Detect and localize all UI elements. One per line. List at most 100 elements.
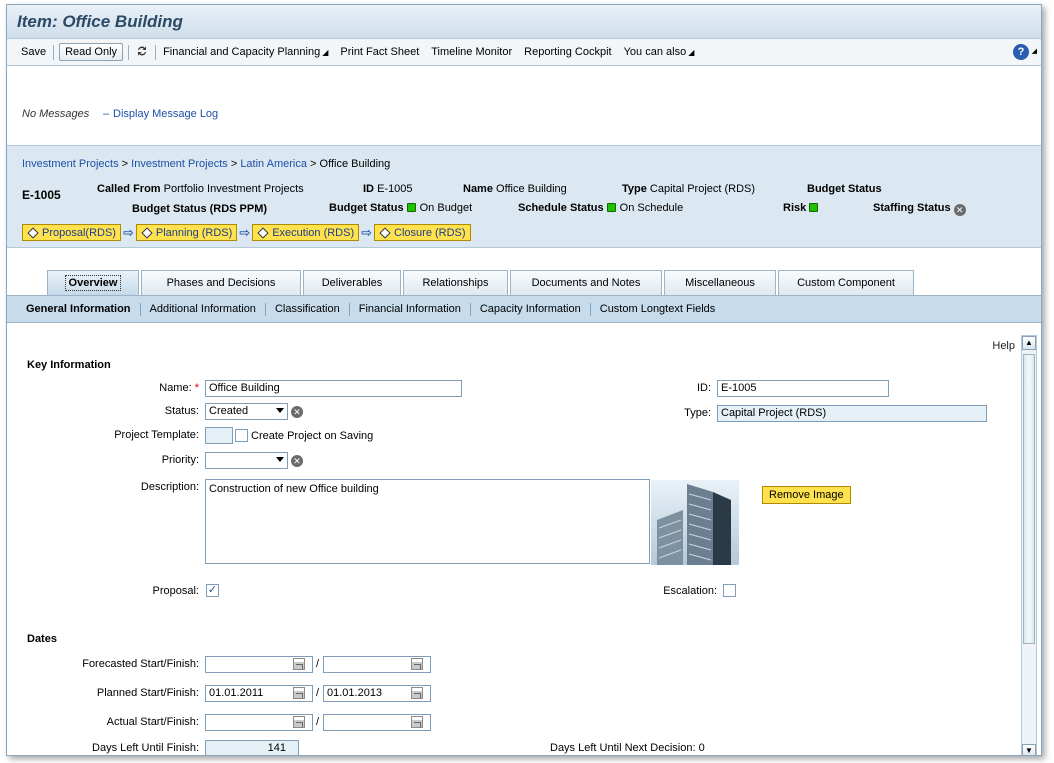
header-id-field: ID E-1005 <box>363 183 413 195</box>
clear-priority-icon[interactable]: ✕ <box>291 455 303 467</box>
subtab-capacity-information[interactable]: Capacity Information <box>471 303 590 315</box>
print-fact-sheet-button[interactable]: Print Fact Sheet <box>334 46 425 58</box>
remove-image-button[interactable]: Remove Image <box>762 486 851 504</box>
tab-documents-and-notes[interactable]: Documents and Notes <box>510 270 662 295</box>
subtab-additional-information[interactable]: Additional Information <box>141 303 265 315</box>
window-title: Item: Office Building <box>17 12 183 31</box>
days-next-decision-label: Days Left Until Next Decision: <box>550 742 696 754</box>
breadcrumb-link[interactable]: Investment Projects <box>131 158 228 170</box>
dropdown-arrow-icon <box>276 408 284 413</box>
budget-status-value: On Budget <box>419 202 473 214</box>
subtab-general-information[interactable]: General Information <box>17 303 140 315</box>
escalation-checkbox[interactable] <box>723 584 736 597</box>
tab-strip: Overview Phases and Decisions Deliverabl… <box>7 248 1041 295</box>
type-label: Type: <box>684 407 711 419</box>
breadcrumb-link[interactable]: Investment Projects <box>22 158 119 170</box>
breadcrumb-separator: > <box>121 158 129 170</box>
header-id-label: ID <box>363 183 374 195</box>
days-left-label: Days Left Until Finish: <box>92 742 199 754</box>
scroll-down-icon[interactable]: ▼ <box>1022 744 1036 755</box>
calendar-icon[interactable] <box>293 716 305 728</box>
not-available-icon: ✕ <box>953 204 966 216</box>
calendar-icon[interactable] <box>293 658 305 670</box>
phase-arrow-icon: ⇨ <box>361 224 373 240</box>
tab-deliverables[interactable]: Deliverables <box>303 270 401 295</box>
financial-capacity-planning-menu[interactable]: Financial and Capacity Planning ◢ <box>157 46 334 58</box>
description-textarea[interactable]: Construction of new Office building <box>205 479 650 564</box>
type-input: Capital Project (RDS) <box>717 405 987 422</box>
read-only-button[interactable]: Read Only <box>59 43 124 61</box>
risk-field: Risk <box>783 202 822 214</box>
header-name-value: Office Building <box>496 183 567 195</box>
timeline-monitor-button[interactable]: Timeline Monitor <box>425 46 518 58</box>
id-input[interactable]: E-1005 <box>717 380 889 397</box>
calendar-icon[interactable] <box>411 687 423 699</box>
tab-custom-component[interactable]: Custom Component <box>778 270 914 295</box>
project-template-input[interactable] <box>205 427 233 444</box>
toolbar: Save Read Only Financial and Capacity Pl… <box>7 39 1041 66</box>
clear-status-icon[interactable]: ✕ <box>291 406 303 418</box>
priority-label: Priority: <box>161 454 199 466</box>
date-separator: / <box>316 658 320 670</box>
calendar-icon[interactable] <box>411 658 423 670</box>
schedule-status-value: On Schedule <box>619 202 684 214</box>
tab-miscellaneous[interactable]: Miscellaneous <box>664 270 776 295</box>
phase-planning[interactable]: Planning (RDS) <box>135 224 238 241</box>
help-link[interactable]: Help <box>992 340 1015 352</box>
project-template-label: Project Template: <box>114 429 199 441</box>
proposal-checkbox[interactable]: ✓ <box>206 584 219 597</box>
subtab-financial-information[interactable]: Financial Information <box>350 303 470 315</box>
save-button[interactable]: Save <box>15 46 52 58</box>
status-label: Status: <box>164 405 199 417</box>
date-separator: / <box>316 716 320 728</box>
create-project-on-saving-checkbox[interactable] <box>235 429 248 442</box>
proposal-label: Proposal: <box>152 585 199 597</box>
header-type-value: Capital Project (RDS) <box>649 183 756 195</box>
priority-select[interactable] <box>205 452 288 469</box>
toolbar-separator <box>155 44 157 60</box>
vertical-scrollbar[interactable]: ▲ ▼ <box>1021 335 1037 755</box>
breadcrumb-separator: > <box>230 158 238 170</box>
key-information-title: Key Information <box>27 359 111 371</box>
staffing-status-field: Staffing Status ✕ <box>873 202 966 216</box>
help-icon[interactable]: ? <box>1013 44 1029 60</box>
schedule-status-field: Schedule Status On Schedule <box>518 202 683 214</box>
reporting-cockpit-button[interactable]: Reporting Cockpit <box>518 46 617 58</box>
called-from-label: Called From <box>97 183 161 195</box>
menu-arrow-icon: ◢ <box>322 48 329 57</box>
tab-overview[interactable]: Overview <box>47 270 139 295</box>
subtab-classification[interactable]: Classification <box>266 303 349 315</box>
tab-phases-and-decisions[interactable]: Phases and Decisions <box>141 270 301 295</box>
calendar-icon[interactable] <box>293 687 305 699</box>
scroll-up-icon[interactable]: ▲ <box>1022 336 1036 350</box>
calendar-icon[interactable] <box>411 716 423 728</box>
message-dash: – <box>103 108 110 120</box>
tab-relationships[interactable]: Relationships <box>403 270 508 295</box>
display-message-log-link[interactable]: Display Message Log <box>113 108 218 120</box>
refresh-icon[interactable] <box>130 45 154 60</box>
no-messages-text: No Messages <box>22 108 90 120</box>
escalation-label: Escalation: <box>663 585 717 597</box>
you-can-also-menu[interactable]: You can also ◢ <box>618 46 701 58</box>
actual-label: Actual Start/Finish: <box>106 716 199 728</box>
days-next-decision: Days Left Until Next Decision: 0 <box>550 742 705 754</box>
scroll-thumb[interactable] <box>1023 354 1035 644</box>
breadcrumb-link[interactable]: Latin America <box>240 158 307 170</box>
phase-arrow-icon: ⇨ <box>239 224 251 240</box>
budget-status-label: Budget Status <box>329 202 404 214</box>
toolbar-separator <box>53 44 55 60</box>
subtab-custom-longtext-fields[interactable]: Custom Longtext Fields <box>591 303 725 315</box>
called-from-value: Portfolio Investment Projects <box>163 183 304 195</box>
dates-title: Dates <box>27 633 57 645</box>
status-select[interactable]: Created <box>205 403 288 420</box>
header-type-label: Type <box>622 183 647 195</box>
menu-arrow-icon: ◢ <box>688 48 695 57</box>
name-input[interactable]: Office Building <box>205 380 462 397</box>
risk-label: Risk <box>783 202 807 214</box>
phase-closure[interactable]: Closure (RDS) <box>374 224 471 241</box>
phase-execution[interactable]: Execution (RDS) <box>252 224 360 241</box>
message-area: No Messages – Display Message Log <box>7 66 1041 146</box>
header-budget-status-label: Budget Status <box>807 183 882 195</box>
toolbar-separator <box>128 44 130 60</box>
phase-proposal[interactable]: Proposal(RDS) <box>22 224 121 241</box>
